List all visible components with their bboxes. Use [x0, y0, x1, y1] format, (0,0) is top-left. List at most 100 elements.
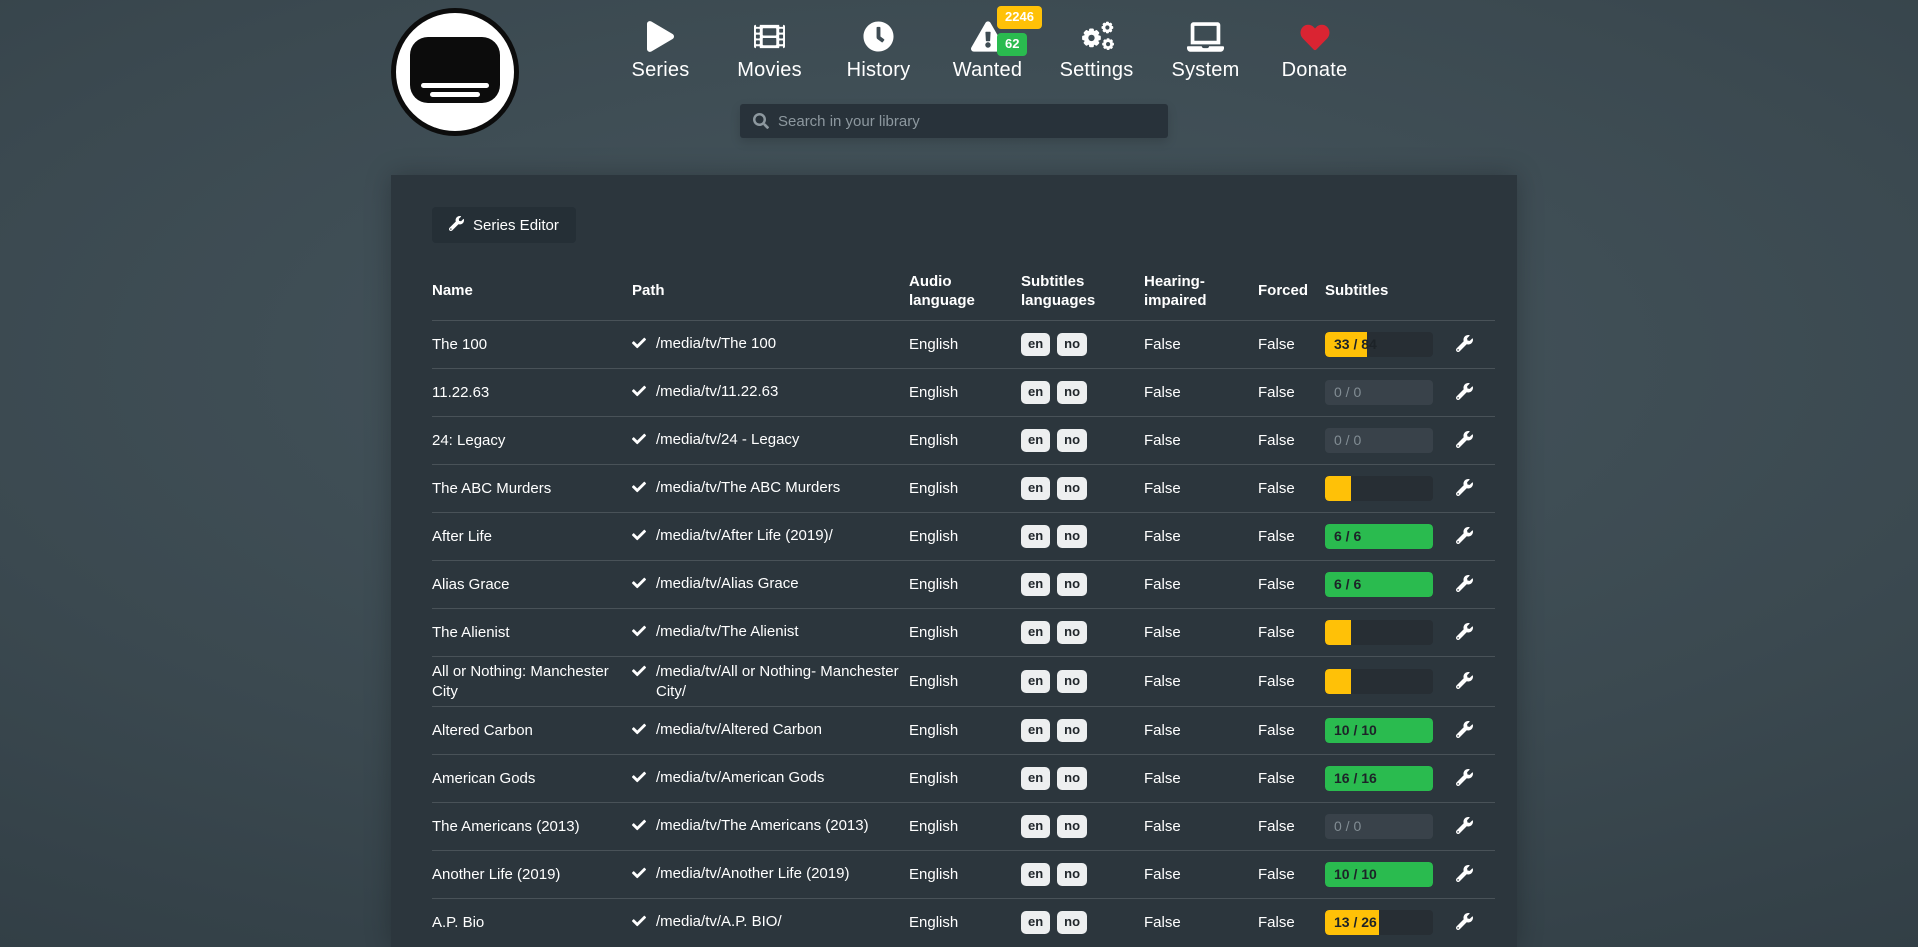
- series-path-cell: /media/tv/11.22.63: [632, 382, 909, 404]
- nav-item-history[interactable]: History: [824, 12, 933, 82]
- subtitles-progress: [1325, 476, 1433, 501]
- search-input[interactable]: [740, 104, 1168, 138]
- series-name-link[interactable]: The Americans (2013): [432, 817, 632, 837]
- series-table-body: The 100 /media/tv/The 100 English enno F…: [432, 320, 1495, 946]
- series-name-link[interactable]: All or Nothing: Manchester City: [432, 662, 632, 701]
- forced-value: False: [1258, 672, 1325, 692]
- wrench-icon: [1456, 436, 1473, 451]
- series-name-link[interactable]: 11.22.63: [432, 383, 632, 403]
- series-name-link[interactable]: Altered Carbon: [432, 721, 632, 741]
- edit-series-button[interactable]: [1454, 670, 1475, 694]
- language-badge: no: [1057, 525, 1087, 547]
- audio-language: English: [909, 335, 1021, 355]
- language-badges: enno: [1021, 670, 1144, 692]
- check-icon: [632, 664, 646, 684]
- language-badge: no: [1057, 815, 1087, 837]
- edit-series-button[interactable]: [1454, 573, 1475, 597]
- check-icon: [632, 722, 646, 742]
- language-badge: en: [1021, 381, 1050, 403]
- series-name-link[interactable]: Another Life (2019): [432, 865, 632, 885]
- table-row: The Americans (2013) /media/tv/The Ameri…: [432, 802, 1495, 850]
- series-path: /media/tv/Another Life (2019): [656, 864, 849, 884]
- language-badges: enno: [1021, 767, 1144, 789]
- language-badge: en: [1021, 670, 1050, 692]
- nav-label: History: [824, 59, 933, 82]
- nav-item-series[interactable]: Series: [606, 12, 715, 82]
- nav-item-wanted[interactable]: Wanted 2246 62: [933, 12, 1042, 82]
- edit-series-button[interactable]: [1454, 429, 1475, 453]
- forced-value: False: [1258, 769, 1325, 789]
- audio-language: English: [909, 527, 1021, 547]
- header-subtitles: Subtitles: [1325, 281, 1454, 301]
- language-badge: no: [1057, 863, 1087, 885]
- actions-cell: [1454, 381, 1495, 405]
- header-name: Name: [432, 281, 632, 301]
- table-row: The ABC Murders /media/tv/The ABC Murder…: [432, 464, 1495, 512]
- series-path: /media/tv/Alias Grace: [656, 574, 799, 594]
- series-name-link[interactable]: A.P. Bio: [432, 913, 632, 933]
- forced-value: False: [1258, 721, 1325, 741]
- nav-item-movies[interactable]: Movies: [715, 12, 824, 82]
- edit-series-button[interactable]: [1454, 863, 1475, 887]
- series-editor-button[interactable]: Series Editor: [432, 207, 576, 243]
- audio-language: English: [909, 721, 1021, 741]
- series-path-cell: /media/tv/The 100: [632, 334, 909, 356]
- hearing-impaired-value: False: [1144, 623, 1258, 643]
- subtitles-progress: 10 / 10: [1325, 862, 1433, 887]
- library-search: [740, 104, 1168, 138]
- language-badges: enno: [1021, 429, 1144, 451]
- edit-series-button[interactable]: [1454, 767, 1475, 791]
- subtitles-cell: 10 / 10: [1325, 718, 1454, 743]
- subtitles-progress: 10 / 10: [1325, 718, 1433, 743]
- hearing-impaired-value: False: [1144, 479, 1258, 499]
- wrench-icon: [1456, 388, 1473, 403]
- nav-item-system[interactable]: System: [1151, 12, 1260, 82]
- series-name-link[interactable]: The Alienist: [432, 623, 632, 643]
- edit-series-button[interactable]: [1454, 525, 1475, 549]
- main-nav: Series Movies History Wanted: [606, 12, 1369, 82]
- series-name-link[interactable]: The 100: [432, 335, 632, 355]
- check-icon: [632, 818, 646, 838]
- language-badge: en: [1021, 573, 1050, 595]
- play-icon: [606, 12, 715, 52]
- header-path: Path: [632, 281, 909, 301]
- series-name-link[interactable]: After Life: [432, 527, 632, 547]
- nav-label: Movies: [715, 59, 824, 82]
- audio-language: English: [909, 817, 1021, 837]
- nav-item-settings[interactable]: Settings: [1042, 12, 1151, 82]
- series-path-cell: /media/tv/The ABC Murders: [632, 478, 909, 500]
- table-row: All or Nothing: Manchester City /media/t…: [432, 656, 1495, 706]
- series-path-cell: /media/tv/All or Nothing- Manchester Cit…: [632, 662, 909, 701]
- edit-series-button[interactable]: [1454, 911, 1475, 935]
- edit-series-button[interactable]: [1454, 477, 1475, 501]
- edit-series-button[interactable]: [1454, 719, 1475, 743]
- language-badge: en: [1021, 911, 1050, 933]
- bazarr-logo[interactable]: [391, 8, 519, 136]
- series-path: /media/tv/The ABC Murders: [656, 478, 840, 498]
- table-row: 24: Legacy /media/tv/24 - Legacy English…: [432, 416, 1495, 464]
- header-hearing-impaired: Hearing-impaired: [1144, 272, 1258, 311]
- nav-label: Donate: [1260, 59, 1369, 82]
- subtitles-progress: 0 / 0: [1325, 380, 1433, 405]
- edit-series-button[interactable]: [1454, 621, 1475, 645]
- forced-value: False: [1258, 913, 1325, 933]
- audio-language: English: [909, 672, 1021, 692]
- series-name-link[interactable]: American Gods: [432, 769, 632, 789]
- language-badge: no: [1057, 381, 1087, 403]
- series-name-link[interactable]: 24: Legacy: [432, 431, 632, 451]
- clock-icon: [824, 12, 933, 52]
- nav-label: System: [1151, 59, 1260, 82]
- actions-cell: [1454, 333, 1495, 357]
- series-name-link[interactable]: The ABC Murders: [432, 479, 632, 499]
- edit-series-button[interactable]: [1454, 815, 1475, 839]
- nav-item-donate[interactable]: Donate: [1260, 12, 1369, 82]
- series-path-cell: /media/tv/The Americans (2013): [632, 816, 909, 838]
- language-badge: no: [1057, 670, 1087, 692]
- series-path-cell: /media/tv/Alias Grace: [632, 574, 909, 596]
- edit-series-button[interactable]: [1454, 381, 1475, 405]
- hearing-impaired-value: False: [1144, 383, 1258, 403]
- series-name-link[interactable]: Alias Grace: [432, 575, 632, 595]
- edit-series-button[interactable]: [1454, 333, 1475, 357]
- series-path: /media/tv/After Life (2019)/: [656, 526, 833, 546]
- actions-cell: [1454, 767, 1495, 791]
